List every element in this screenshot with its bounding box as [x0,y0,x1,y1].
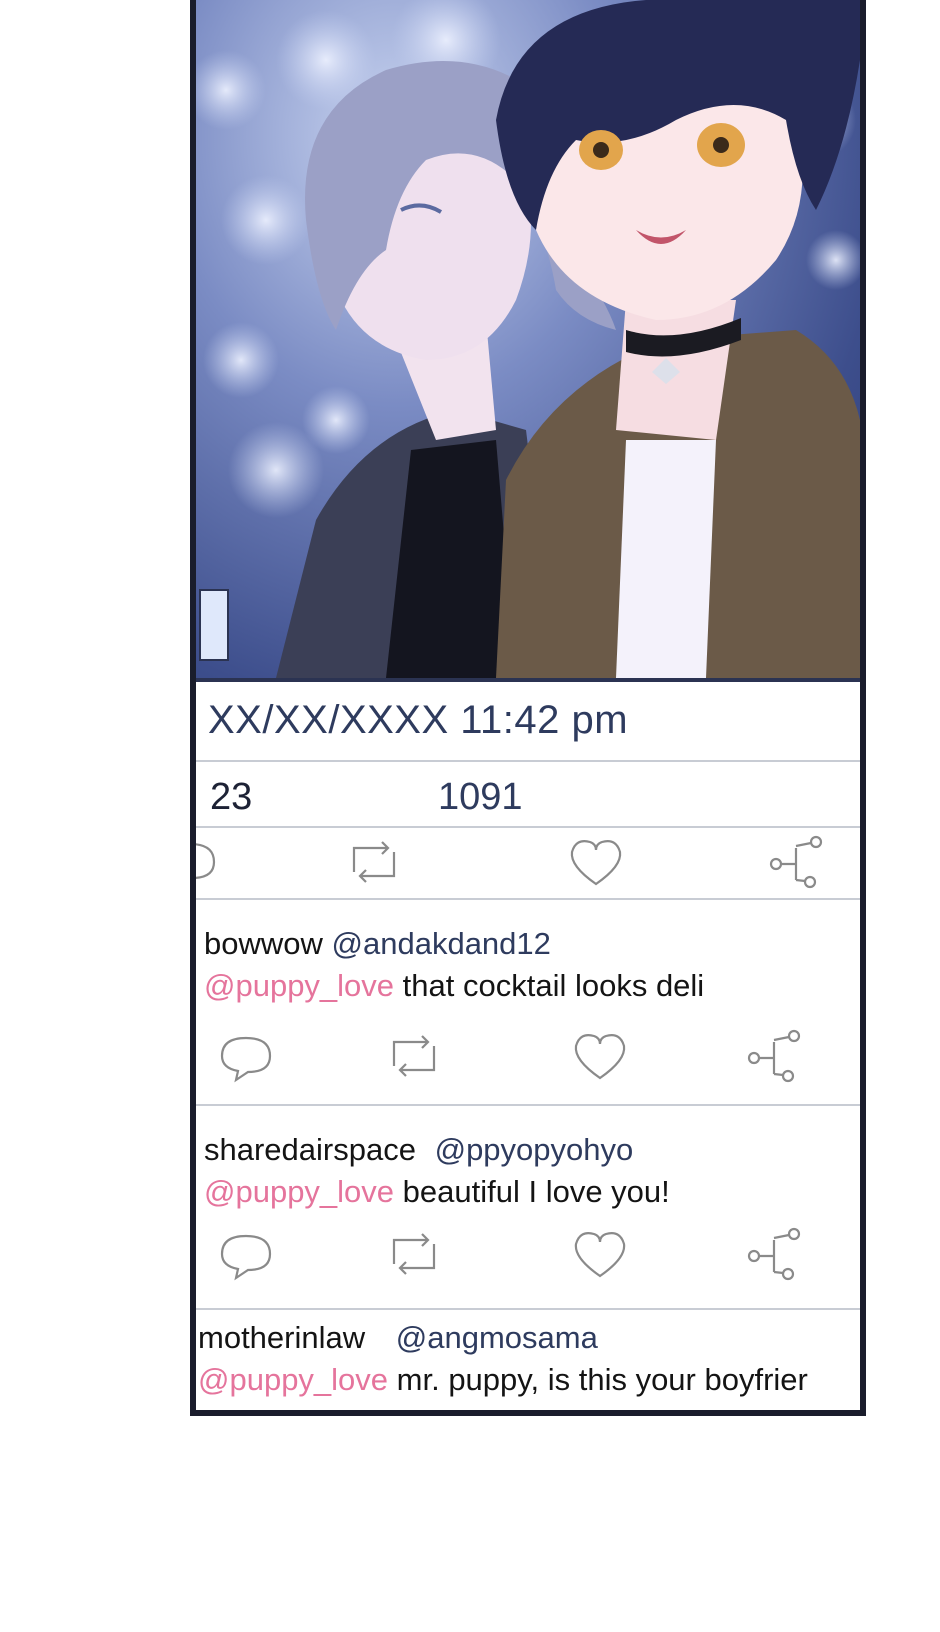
retweet-icon[interactable] [384,1028,444,1084]
heart-icon[interactable] [570,1226,630,1282]
like-count: 1091 [438,776,523,818]
comment-text: that cocktail looks deli [394,968,705,1003]
heart-icon[interactable] [566,834,626,890]
comment-body: @puppy_love beautiful I love you! [204,1174,670,1210]
comment-handle[interactable]: @andakdand12 [332,926,551,961]
reply-icon[interactable] [196,834,220,890]
post-action-bar [196,828,860,900]
heart-icon[interactable] [570,1028,630,1084]
retweet-icon[interactable] [384,1226,444,1282]
comment-username[interactable]: sharedairspace [204,1132,416,1167]
share-icon[interactable] [766,834,826,890]
post-timestamp: XX/XX/XXXX 11:42 pm [208,698,629,742]
comment-handle[interactable]: @ppyopyohyo [435,1132,634,1167]
comment-action-bar [196,1220,860,1290]
share-icon[interactable] [744,1028,804,1084]
comment-action-bar [196,1022,860,1092]
comment-handle[interactable]: @angmosama [396,1320,598,1355]
comment-text: mr. puppy, is this your boyfrier [388,1362,808,1397]
reply-icon[interactable] [216,1028,276,1084]
reply-icon[interactable] [216,1226,276,1282]
post-meta-row: XX/XX/XXXX 11:42 pm [196,682,860,762]
comment-item: bowwow @andakdand12 @puppy_love that coc… [196,900,860,1106]
comment-mention[interactable]: @puppy_love [198,1362,388,1397]
comment-author: bowwow @andakdand12 [204,926,551,962]
post-stats-row: 23 1091 [196,762,860,828]
comment-mention[interactable]: @puppy_love [204,968,394,1003]
retweet-icon[interactable] [344,834,404,890]
comment-body: @puppy_love that cocktail looks deli [204,968,704,1004]
comment-item: motherinlaw @angmosama @puppy_love mr. p… [196,1310,860,1410]
reply-count: 23 [210,776,253,818]
comment-mention[interactable]: @puppy_love [204,1174,394,1209]
comment-body: @puppy_love mr. puppy, is this your boyf… [198,1362,808,1398]
share-icon[interactable] [744,1226,804,1282]
comment-author: motherinlaw @angmosama [198,1320,598,1356]
post-card: XX/XX/XXXX 11:42 pm 23 1091 bowwow @anda… [190,0,866,1416]
comment-author: sharedairspace @ppyopyohyo [204,1132,633,1168]
comment-item: sharedairspace @ppyopyohyo @puppy_love b… [196,1106,860,1310]
comment-username[interactable]: bowwow [204,926,323,961]
comment-text: beautiful I love you! [394,1174,670,1209]
comment-username[interactable]: motherinlaw [198,1320,365,1355]
post-image[interactable] [196,0,860,682]
post-illustration [196,0,860,678]
